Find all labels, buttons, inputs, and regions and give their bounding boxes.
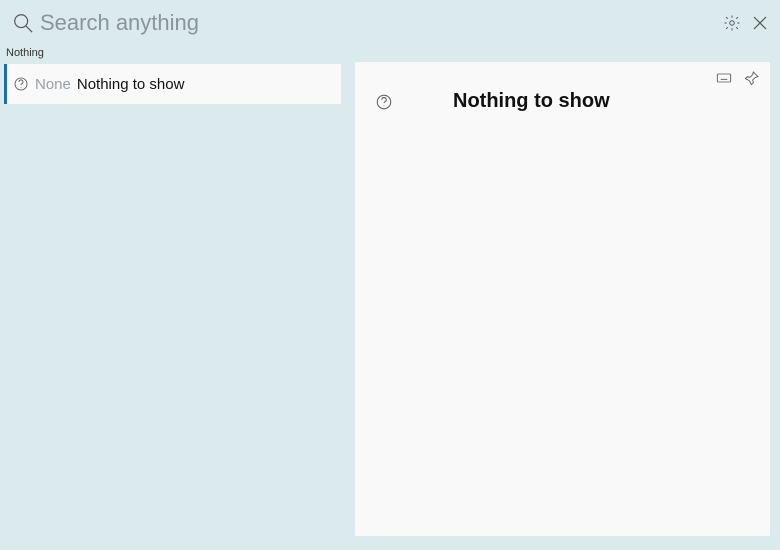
result-item[interactable]: None Nothing to show	[4, 64, 341, 104]
detail-title: Nothing to show	[453, 90, 610, 113]
results-pane: None Nothing to show	[0, 62, 355, 550]
result-tag: None	[35, 76, 71, 93]
help-icon	[13, 76, 29, 92]
header	[0, 0, 780, 46]
category-label: Nothing	[0, 46, 780, 62]
close-button[interactable]	[750, 13, 770, 33]
search-icon	[12, 12, 34, 34]
result-title: Nothing to show	[77, 76, 185, 93]
search-input[interactable]	[40, 6, 716, 40]
settings-button[interactable]	[722, 13, 742, 33]
detail-pane: Nothing to show	[355, 62, 770, 536]
keyboard-icon[interactable]	[714, 68, 734, 88]
pin-icon[interactable]	[742, 68, 762, 88]
header-actions	[722, 13, 770, 33]
help-icon	[375, 93, 393, 111]
